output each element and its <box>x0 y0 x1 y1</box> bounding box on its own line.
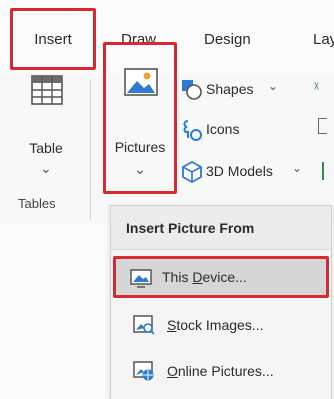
tab-insert-label: Insert <box>34 31 72 48</box>
chevron-down-icon: ⌄ <box>292 161 303 175</box>
tab-design-label: Design <box>204 31 251 48</box>
screenshot-partial-icon <box>318 118 327 134</box>
this-device-icon <box>130 269 152 288</box>
pictures-button[interactable]: Pictures ⌄ <box>103 42 177 194</box>
tab-layout[interactable]: Lay <box>313 8 334 74</box>
insert-picture-dropdown: Insert Picture From This Device... Stock… <box>110 205 332 399</box>
menu-item-this-device[interactable]: This Device... <box>113 256 329 298</box>
group-label-tables: Tables <box>18 196 56 211</box>
icons-label: Icons <box>206 121 240 137</box>
tab-insert[interactable]: Insert <box>10 8 96 70</box>
shapes-button[interactable]: Shapes ⌄ <box>180 78 280 102</box>
this-device-label: This Device... <box>162 269 247 285</box>
chevron-down-icon: ⌄ <box>268 79 279 93</box>
pictures-button-label: Pictures <box>114 139 166 155</box>
smartart-partial-icon <box>322 162 334 180</box>
3d-models-icon <box>182 160 202 184</box>
shapes-label: Shapes <box>206 81 254 97</box>
menu-item-stock-images[interactable]: Stock Images... <box>119 304 327 346</box>
stock-images-icon <box>133 315 155 335</box>
chevron-down-icon: ⌄ <box>40 160 52 176</box>
dropdown-title: Insert Picture From <box>111 206 331 250</box>
online-pictures-label: Online Pictures... <box>167 363 274 379</box>
picture-icon <box>124 68 158 96</box>
tab-design[interactable]: Design <box>204 8 251 74</box>
sigma-partial-icon: ᵡ <box>314 78 319 94</box>
3d-models-button[interactable]: 3D Models ⌄ <box>180 160 303 184</box>
shapes-icon <box>182 80 202 100</box>
table-icon <box>31 75 63 105</box>
icons-icon <box>183 120 202 141</box>
icons-button[interactable]: Icons <box>180 118 260 142</box>
tab-layout-label: Lay <box>313 31 334 48</box>
table-button[interactable]: Table ⌄ <box>16 74 76 194</box>
table-button-label: Table <box>29 140 63 156</box>
chevron-down-icon: ⌄ <box>134 161 146 177</box>
online-pictures-icon <box>133 361 154 381</box>
group-separator <box>90 80 91 220</box>
3d-models-label: 3D Models <box>206 163 273 179</box>
menu-item-online-pictures[interactable]: Online Pictures... <box>119 350 327 392</box>
stock-images-label: Stock Images... <box>167 317 264 333</box>
